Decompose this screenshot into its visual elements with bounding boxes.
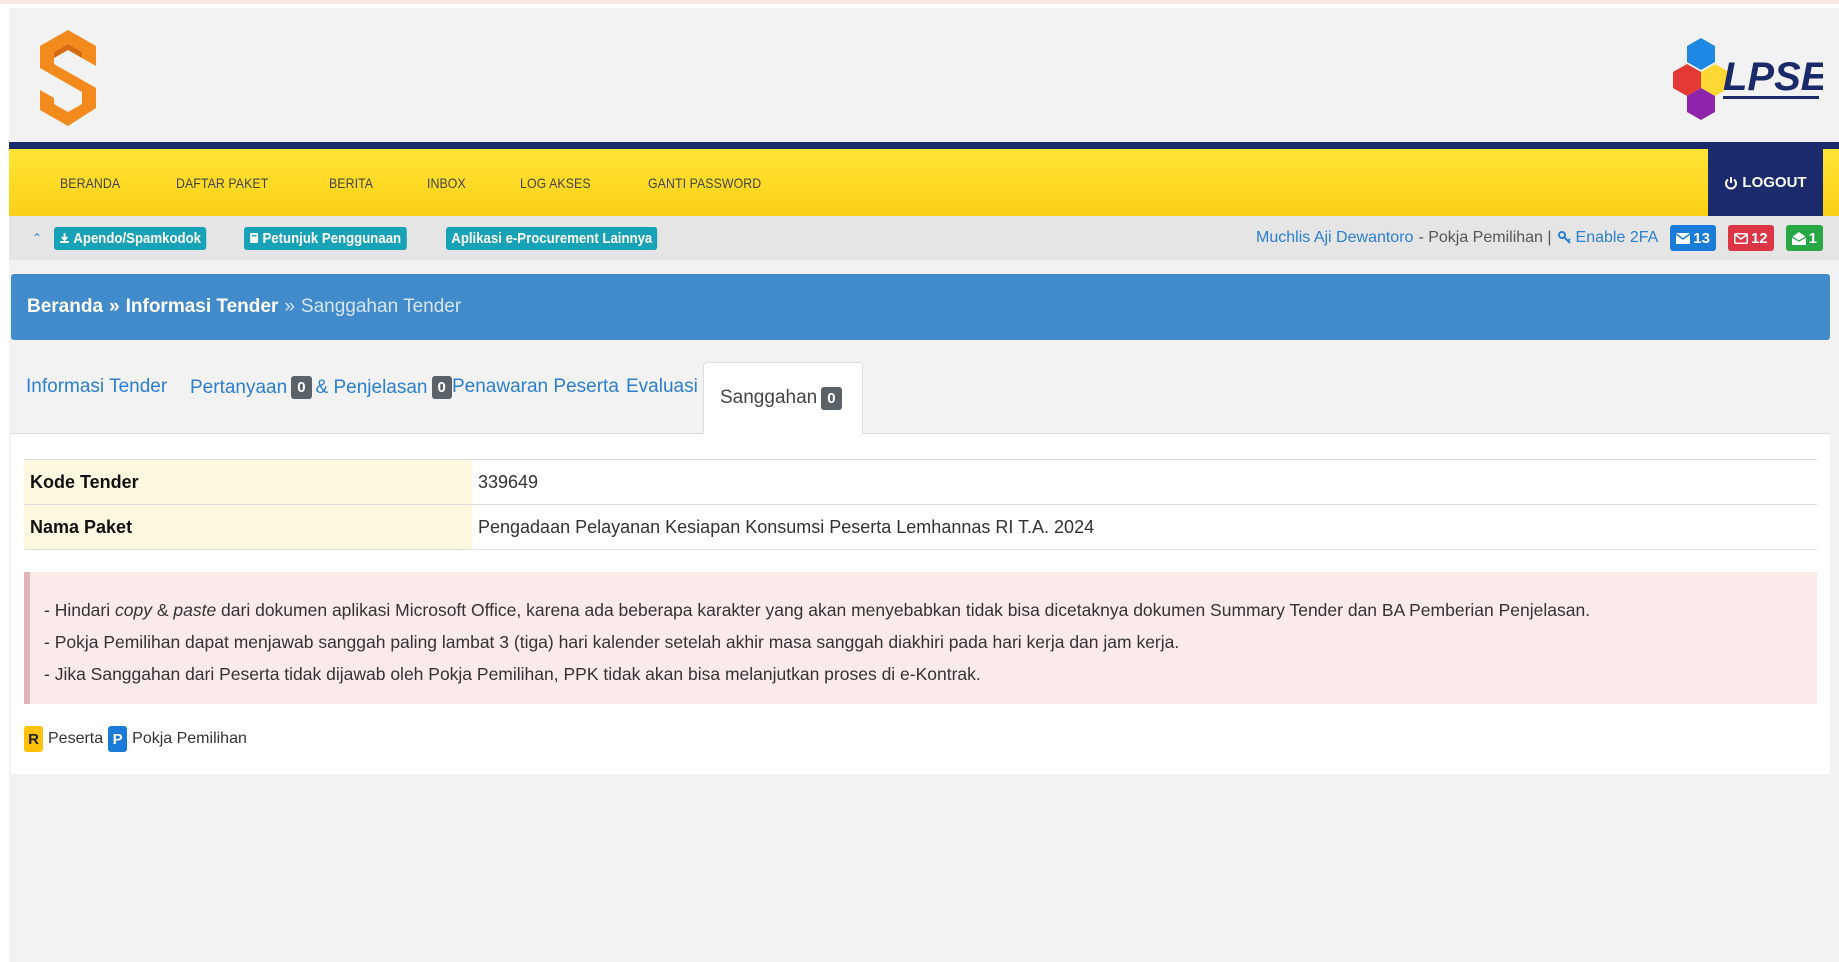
tab-sanggahan-label: Sanggahan — [720, 387, 818, 408]
tender-tabs: Informasi Tender Pertanyaan 0 & Penjelas… — [11, 362, 1830, 434]
tender-info-table: Kode Tender 339649 Nama Paket Pengadaan … — [24, 459, 1817, 550]
kode-tender-value: 339649 — [472, 459, 1817, 505]
legend: R Peserta P Pokja Pemilihan — [24, 726, 252, 752]
notice-line-2: - Pokja Pemilihan dapat menjawab sanggah… — [44, 632, 1180, 652]
nav-inbox[interactable]: INBOX — [427, 175, 466, 191]
petunjuk-label: Petunjuk Penggunaan — [262, 229, 402, 247]
nav-daftar-paket[interactable]: DAFTAR PAKET — [176, 175, 268, 191]
download-icon — [60, 233, 70, 243]
lpse-logo: LPSE — [1673, 38, 1823, 120]
key-icon — [1557, 231, 1571, 244]
double-chevron-up-icon[interactable]: ⌃ — [32, 231, 42, 245]
sanggahan-count-badge: 0 — [821, 386, 842, 410]
tab-informasi-tender[interactable]: Informasi Tender — [26, 376, 167, 398]
nama-paket-value: Pengadaan Pelayanan Kesiapan Konsumsi Pe… — [472, 504, 1817, 550]
envelope-outline-icon — [1734, 232, 1748, 244]
logout-button[interactable]: LOGOUT — [1708, 149, 1823, 216]
table-row: Nama Paket Pengadaan Pelayanan Kesiapan … — [24, 504, 1817, 550]
notice-paste: paste — [173, 600, 217, 620]
petunjuk-button[interactable]: Petunjuk Penggunaan — [244, 226, 407, 250]
notice-line-1: - Hindari copy & paste dari dokumen apli… — [44, 594, 1817, 626]
power-icon — [1725, 176, 1738, 189]
table-row: Kode Tender 339649 — [24, 459, 1817, 505]
tab-penjelasan-label: & Penjelasan — [315, 376, 428, 398]
penjelasan-count-badge: 0 — [431, 376, 452, 399]
breadcrumb-current: Sanggahan Tender — [300, 296, 462, 317]
toolbar: ⌃ Apendo/Spamkodok Petunjuk Penggunaan A… — [9, 216, 1839, 260]
logout-label: LOGOUT — [1742, 174, 1807, 191]
inbox-badge[interactable]: 13 — [1670, 225, 1716, 251]
nav-berita[interactable]: BERITA — [329, 175, 373, 191]
open-mail-badge[interactable]: 1 — [1785, 225, 1823, 251]
aplikasi-eproc-button[interactable]: Aplikasi e-Procurement Lainnya — [445, 226, 658, 250]
peserta-label: Peserta — [48, 730, 104, 747]
main-navbar: BERANDA DAFTAR PAKET BERITA INBOX LOG AK… — [9, 142, 1839, 216]
envelope-icon — [1676, 232, 1691, 244]
top-border — [0, 0, 1839, 4]
sanggahan-content: Kode Tender 339649 Nama Paket Pengadaan … — [11, 434, 1830, 774]
breadcrumb-separator: » — [109, 296, 120, 317]
apendo-label: Apendo/Spamkodok — [73, 229, 202, 247]
book-icon — [250, 233, 259, 243]
notice-amp: & — [151, 600, 174, 620]
nav-log-akses[interactable]: LOG AKSES — [520, 175, 591, 191]
tab-pertanyaan-penjelasan[interactable]: Pertanyaan 0 & Penjelasan 0 — [190, 376, 456, 399]
notice-line-1-suffix: dari dokumen aplikasi Microsoft Office, … — [216, 600, 1591, 620]
svg-text:LPSE: LPSE — [1723, 55, 1823, 99]
open-mail-count: 1 — [1808, 229, 1817, 247]
breadcrumb: Beranda » Informasi Tender » Sanggahan T… — [11, 274, 1830, 340]
notice-line-1-prefix: - Hindari — [44, 600, 115, 620]
enable-2fa-link[interactable]: Enable 2FA — [1557, 229, 1659, 247]
aplikasi-eproc-label: Aplikasi e-Procurement Lainnya — [450, 229, 652, 247]
user-name-link[interactable]: Muchlis Aji Dewantoro — [1256, 229, 1413, 247]
unread-count: 12 — [1750, 229, 1768, 247]
warning-notice: - Hindari copy & paste dari dokumen apli… — [24, 572, 1817, 704]
breadcrumb-parent[interactable]: Informasi Tender — [126, 296, 279, 318]
tab-sanggahan[interactable]: Sanggahan 0 — [703, 362, 863, 434]
breadcrumb-home[interactable]: Beranda — [27, 296, 103, 318]
notice-line-3: - Jika Sanggahan dari Peserta tidak dija… — [44, 664, 981, 684]
pertanyaan-count-badge: 0 — [291, 376, 312, 399]
user-role: - Pokja Pemilihan | — [1418, 229, 1552, 246]
nav-beranda[interactable]: BERANDA — [60, 175, 120, 191]
tab-pertanyaan-label: Pertanyaan — [190, 376, 288, 398]
spse-logo — [40, 30, 96, 126]
enable-2fa-label: Enable 2FA — [1575, 229, 1659, 246]
nama-paket-label: Nama Paket — [24, 504, 472, 550]
notice-copy: copy — [115, 600, 152, 620]
nav-ganti-password[interactable]: GANTI PASSWORD — [648, 175, 761, 191]
pokja-badge: P — [108, 726, 128, 752]
apendo-button[interactable]: Apendo/Spamkodok — [54, 226, 207, 250]
pokja-label: Pokja Pemilihan — [132, 730, 247, 747]
inbox-count: 13 — [1693, 229, 1710, 247]
user-info: Muchlis Aji Dewantoro - Pokja Pemilihan … — [1256, 216, 1823, 260]
header: LPSE — [9, 8, 1839, 142]
envelope-open-icon — [1791, 231, 1806, 245]
peserta-badge: R — [24, 726, 43, 752]
unread-badge[interactable]: 12 — [1727, 225, 1774, 251]
kode-tender-label: Kode Tender — [24, 459, 472, 505]
tab-evaluasi[interactable]: Evaluasi — [626, 376, 698, 398]
tab-penawaran-peserta[interactable]: Penawaran Peserta — [452, 376, 619, 398]
breadcrumb-separator-2: » — [284, 296, 295, 317]
